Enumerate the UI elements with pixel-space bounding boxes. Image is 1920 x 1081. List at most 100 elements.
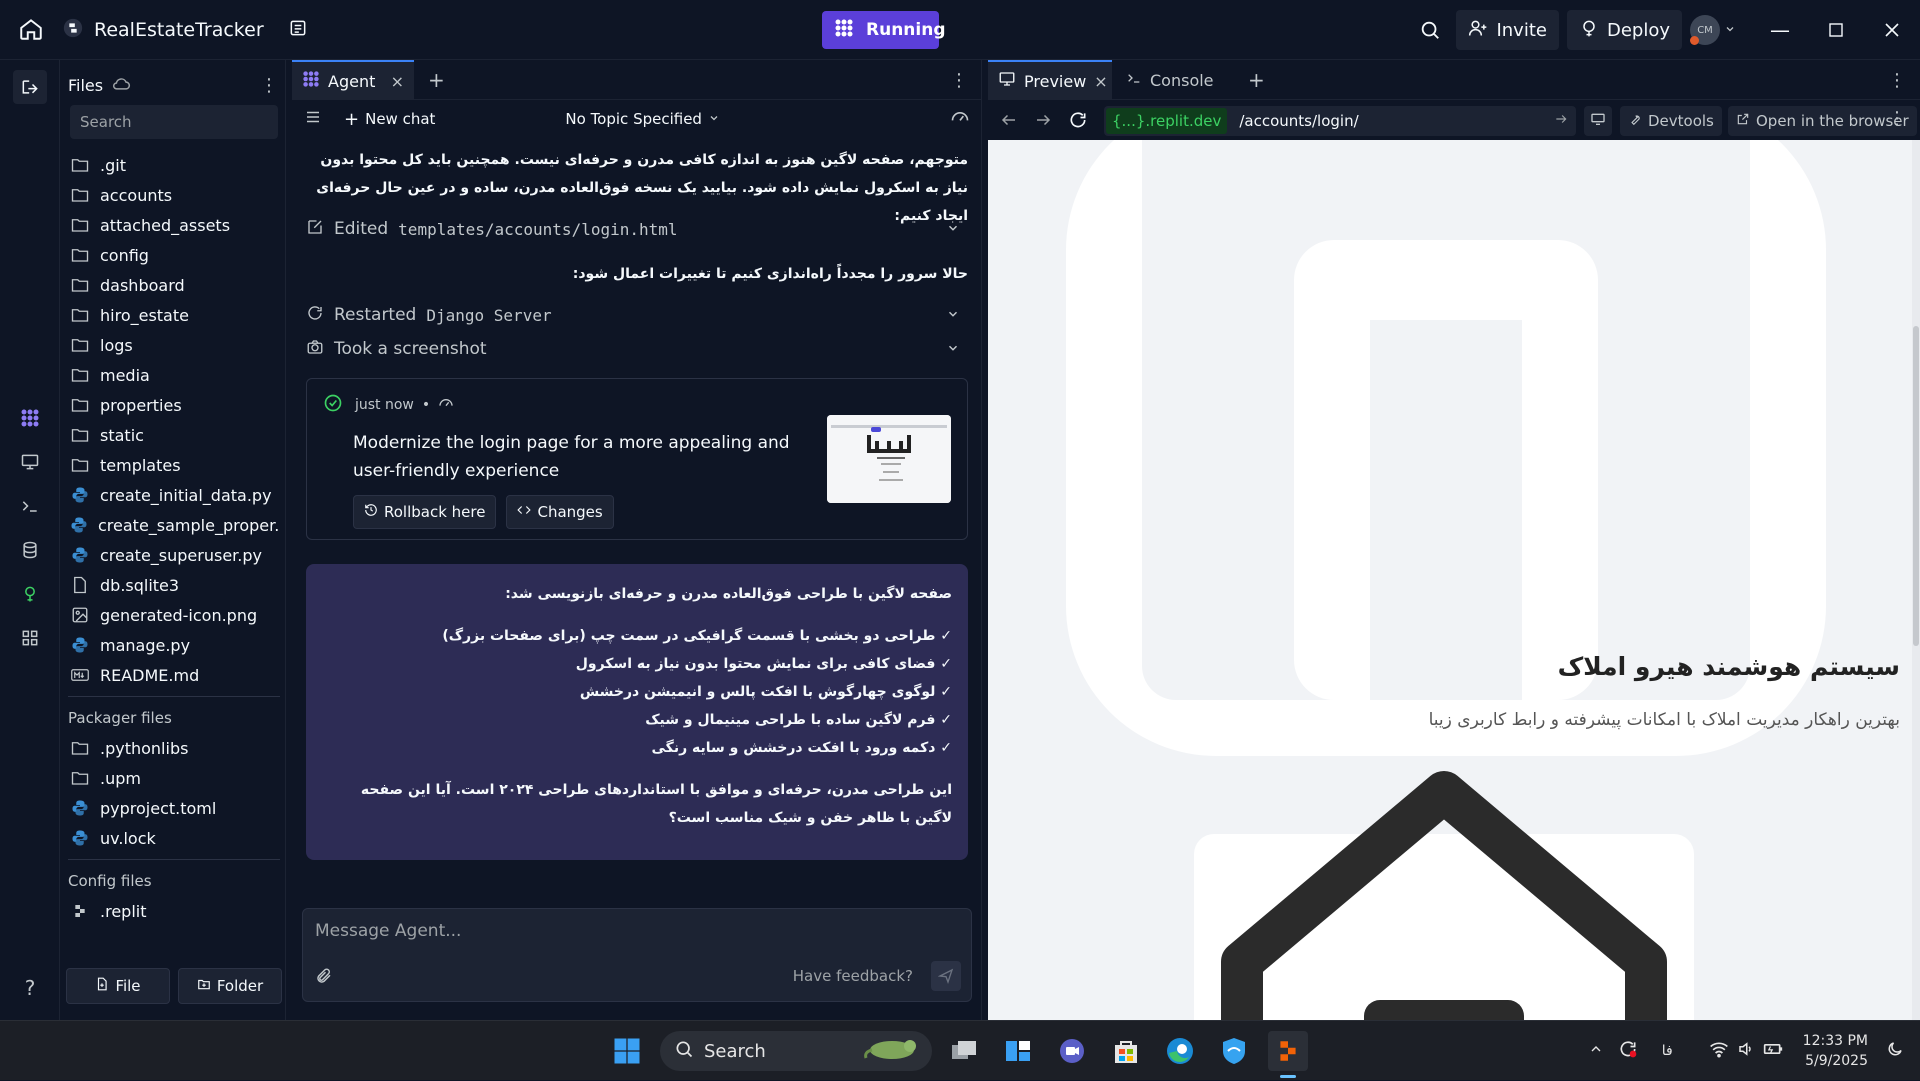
- folder-item[interactable]: .pythonlibs: [68, 733, 280, 763]
- chevron-up-icon[interactable]: [1588, 1041, 1604, 1061]
- history-list-icon[interactable]: [304, 108, 322, 130]
- action-restarted-server[interactable]: Restarted Django Server: [306, 298, 968, 332]
- folder-item[interactable]: static: [68, 420, 280, 450]
- replit-app-icon[interactable]: [1268, 1031, 1308, 1071]
- database-icon[interactable]: [14, 534, 46, 566]
- scrollbar-thumb[interactable]: [1913, 326, 1919, 646]
- account-menu[interactable]: CM: [1690, 15, 1736, 45]
- store-icon[interactable]: [1106, 1031, 1146, 1071]
- file-item[interactable]: pyproject.toml: [68, 793, 280, 823]
- files-toggle-icon[interactable]: [13, 70, 47, 104]
- sync-icon[interactable]: [1618, 1039, 1638, 1063]
- url-field[interactable]: {...}.replit.dev /accounts/login/: [1104, 106, 1576, 136]
- preview-icon[interactable]: [14, 446, 46, 478]
- notifications-moon-icon[interactable]: [1886, 1040, 1904, 1062]
- project-selector[interactable]: RealEstateTracker: [62, 14, 308, 46]
- tab-console[interactable]: Console: [1116, 60, 1224, 100]
- file-item[interactable]: manage.py: [68, 630, 280, 660]
- folder-item[interactable]: dashboard: [68, 270, 280, 300]
- new-chat-button[interactable]: + New chat: [344, 109, 435, 130]
- device-toggle-button[interactable]: [1584, 106, 1612, 136]
- folder-item[interactable]: accounts: [68, 180, 280, 210]
- speed-gauge-icon[interactable]: [950, 107, 970, 131]
- url-path[interactable]: /accounts/login/: [1239, 112, 1358, 130]
- message-input-placeholder[interactable]: Message Agent...: [315, 921, 461, 941]
- file-item[interactable]: create_initial_data.py: [68, 480, 280, 510]
- file-item[interactable]: uv.lock: [68, 823, 280, 853]
- all-tools-icon[interactable]: [14, 622, 46, 654]
- teams-meet-icon[interactable]: [1052, 1031, 1092, 1071]
- file-item[interactable]: create_superuser.py: [68, 540, 280, 570]
- file-item[interactable]: create_sample_proper...: [68, 510, 280, 540]
- devtools-button[interactable]: Devtools: [1620, 106, 1722, 136]
- rollback-button[interactable]: Rollback here: [353, 495, 497, 529]
- more-options-icon[interactable]: ⋮: [260, 75, 278, 96]
- add-tab-icon[interactable]: +: [1238, 60, 1275, 100]
- changes-button[interactable]: Changes: [506, 495, 614, 529]
- invite-button[interactable]: Invite: [1456, 10, 1559, 50]
- home-icon[interactable]: [18, 16, 44, 42]
- widgets-icon[interactable]: [998, 1031, 1038, 1071]
- maximize-icon[interactable]: [1808, 10, 1864, 50]
- folder-item[interactable]: config: [68, 240, 280, 270]
- close-icon[interactable]: [1864, 10, 1920, 50]
- action-screenshot[interactable]: Took a screenshot: [306, 332, 968, 366]
- url-domain-badge[interactable]: {...}.replit.dev: [1106, 108, 1228, 134]
- folder-item[interactable]: logs: [68, 330, 280, 360]
- folder-item[interactable]: templates: [68, 450, 280, 480]
- action-edited-file[interactable]: Edited templates/accounts/login.html: [306, 212, 968, 246]
- folder-item[interactable]: .git: [68, 150, 280, 180]
- tab-agent[interactable]: Agent ×: [292, 60, 414, 100]
- folder-item[interactable]: properties: [68, 390, 280, 420]
- battery-icon[interactable]: [1763, 1040, 1783, 1062]
- topic-selector[interactable]: No Topic Specified: [565, 110, 720, 128]
- windows-start-icon[interactable]: [607, 1031, 647, 1071]
- files-search-input[interactable]: Search: [70, 105, 278, 139]
- taskbar-search[interactable]: Search: [660, 1031, 932, 1071]
- screenshot-thumbnail[interactable]: [827, 415, 951, 503]
- add-tab-icon[interactable]: +: [418, 60, 455, 100]
- folder-item[interactable]: hiro_estate: [68, 300, 280, 330]
- folder-item[interactable]: .upm: [68, 763, 280, 793]
- folder-item[interactable]: media: [68, 360, 280, 390]
- send-icon[interactable]: [931, 961, 961, 991]
- reload-icon[interactable]: [1068, 110, 1088, 134]
- panel-more-icon[interactable]: ⋮: [1878, 60, 1916, 100]
- project-menu-icon[interactable]: [288, 18, 308, 42]
- attach-paperclip-icon[interactable]: [315, 967, 333, 989]
- file-item[interactable]: .replit: [68, 896, 280, 926]
- system-clock[interactable]: 12:33 PM 5/9/2025: [1803, 1031, 1868, 1071]
- new-file-button[interactable]: File: [66, 968, 170, 1004]
- deployments-icon[interactable]: [14, 578, 46, 610]
- deploy-button[interactable]: Deploy: [1566, 10, 1682, 50]
- file-item[interactable]: generated-icon.png: [68, 600, 280, 630]
- file-item[interactable]: README.md: [68, 660, 280, 690]
- edge-browser-icon[interactable]: [1160, 1031, 1200, 1071]
- message-composer[interactable]: Message Agent... Have feedback?: [302, 908, 972, 1002]
- help-icon[interactable]: ?: [14, 972, 46, 1004]
- run-button[interactable]: Running: [822, 11, 946, 49]
- minimize-icon[interactable]: —: [1752, 10, 1808, 50]
- tab-preview[interactable]: Preview ×: [988, 60, 1112, 100]
- wifi-icon[interactable]: [1709, 1040, 1729, 1062]
- back-arrow-icon[interactable]: [1000, 111, 1018, 133]
- open-url-arrow-icon[interactable]: [1554, 112, 1568, 130]
- url-bar-more-icon[interactable]: ⋮: [1888, 108, 1906, 129]
- search-icon[interactable]: [1410, 10, 1450, 50]
- panel-more-icon[interactable]: ⋮: [940, 60, 978, 100]
- folder-item[interactable]: attached_assets: [68, 210, 280, 240]
- feedback-link[interactable]: Have feedback?: [793, 967, 913, 985]
- console-icon[interactable]: [14, 490, 46, 522]
- tab-close-icon[interactable]: ×: [391, 72, 404, 91]
- forward-arrow-icon[interactable]: [1034, 111, 1052, 133]
- webview-viewport[interactable]: سیستم هوشمند هیرو املاک بهترین راهکار مد…: [988, 140, 1912, 1020]
- task-view-icon[interactable]: [944, 1031, 984, 1071]
- new-folder-button[interactable]: Folder: [178, 968, 282, 1004]
- agent-icon[interactable]: [14, 402, 46, 434]
- input-language[interactable]: فا: [1662, 1043, 1673, 1059]
- file-item[interactable]: db.sqlite3: [68, 570, 280, 600]
- tab-close-icon[interactable]: ×: [1094, 72, 1107, 91]
- volume-icon[interactable]: [1737, 1040, 1755, 1062]
- preview-scrollbar[interactable]: [1912, 140, 1920, 1020]
- app-shield-icon[interactable]: [1214, 1031, 1254, 1071]
